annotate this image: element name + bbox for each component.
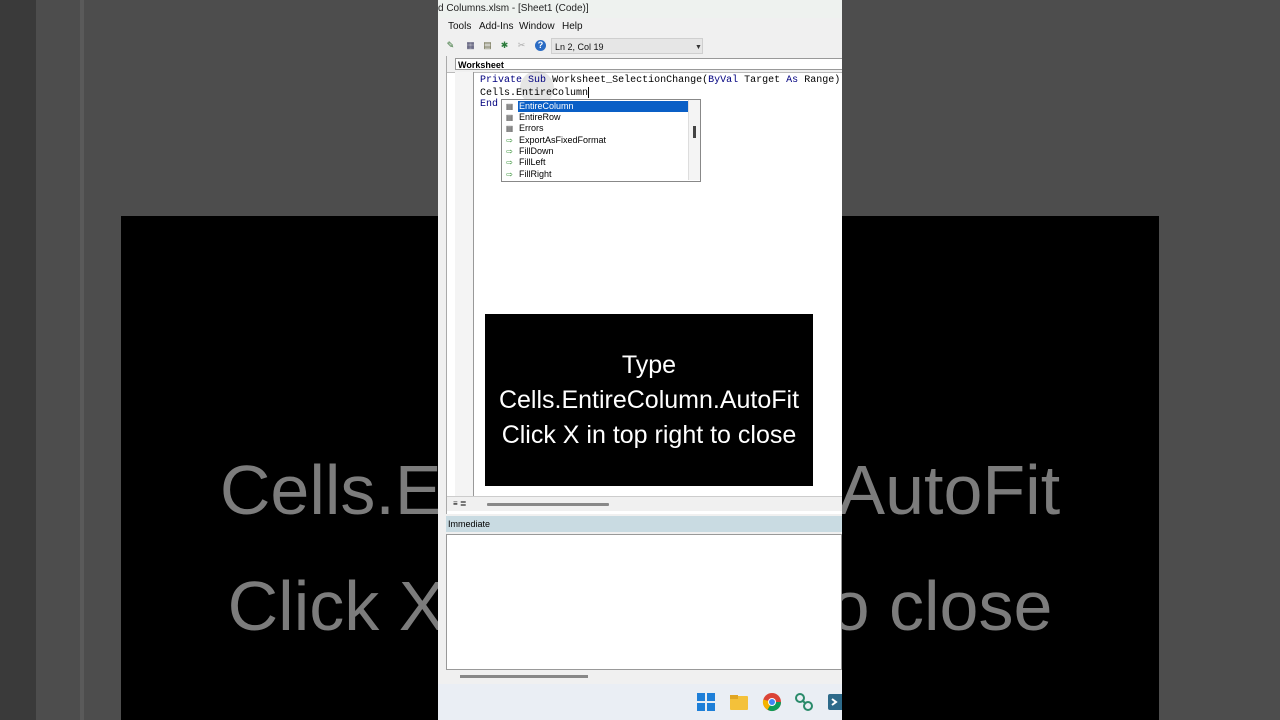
autocomplete-item-label: Errors bbox=[519, 123, 544, 133]
autocomplete-item[interactable]: ▦ EntireColumn bbox=[502, 101, 688, 112]
property-icon: ▦ bbox=[505, 102, 514, 111]
design-mode-icon[interactable]: ✎ bbox=[445, 40, 456, 51]
scrollbar-thumb[interactable] bbox=[693, 126, 696, 138]
method-icon: ⇨ bbox=[506, 170, 513, 179]
toolbar-overflow-icon[interactable]: ▼ bbox=[695, 44, 702, 51]
immediate-horizontal-scrollbar[interactable] bbox=[446, 670, 842, 684]
properties-window-icon[interactable]: ▤ bbox=[482, 40, 493, 51]
autocomplete-item-label: EntireColumn bbox=[518, 101, 688, 112]
title-bar: d Columns.xlsm - [Sheet1 (Code)] bbox=[438, 0, 842, 18]
menu-window[interactable]: Window bbox=[519, 18, 555, 36]
window-title: d Columns.xlsm - [Sheet1 (Code)] bbox=[438, 3, 589, 14]
method-icon: ⇨ bbox=[506, 147, 513, 156]
instruction-overlay: Type Cells.EntireColumn.AutoFit Click X … bbox=[485, 314, 813, 486]
overlay-line-3: Click X in top right to close bbox=[501, 420, 797, 449]
code-horizontal-scrollbar[interactable]: ≡ ≣ bbox=[447, 496, 842, 511]
object-bar: Worksheet bbox=[447, 56, 842, 73]
keyword: Private bbox=[480, 75, 523, 86]
keyword: Sub bbox=[528, 75, 547, 86]
windows-start-icon[interactable] bbox=[696, 692, 716, 712]
vba-editor-window: d Columns.xlsm - [Sheet1 (Code)] Tools A… bbox=[438, 0, 842, 720]
code-window: Worksheet Private Sub Worksheet_Selectio… bbox=[446, 56, 842, 514]
scrollbar-thumb[interactable] bbox=[460, 675, 588, 678]
project-explorer-icon[interactable]: ▦ bbox=[465, 40, 476, 51]
autocomplete-item[interactable]: ⇨ FillDown bbox=[502, 146, 688, 157]
method-icon: ⇨ bbox=[506, 158, 513, 167]
overlay-line-1: Type bbox=[621, 350, 677, 379]
chrome-icon[interactable] bbox=[762, 692, 782, 712]
code-text: Target bbox=[744, 75, 781, 86]
object-browser-icon[interactable]: ✱ bbox=[499, 40, 510, 51]
autocomplete-item[interactable]: ⇨ ExportAsFixedFormat bbox=[502, 135, 688, 146]
menu-help[interactable]: Help bbox=[562, 18, 583, 36]
menu-tools[interactable]: Tools bbox=[448, 18, 471, 36]
code-line-2[interactable]: Cells.EntireColumn bbox=[480, 87, 590, 100]
autocomplete-item[interactable]: ▦ Errors bbox=[502, 123, 688, 134]
vba-app-icon[interactable] bbox=[826, 692, 842, 712]
keyword: End bbox=[480, 99, 499, 110]
code-line-1[interactable]: Private Sub Worksheet_SelectionChange(By… bbox=[480, 75, 840, 86]
cursor-position: Ln 2, Col 19 bbox=[551, 38, 703, 54]
code-line-3[interactable]: End bbox=[480, 99, 498, 110]
autocomplete-scrollbar[interactable] bbox=[688, 100, 700, 180]
autocomplete-item[interactable]: ⇨ FillLeft bbox=[502, 157, 688, 168]
help-icon[interactable]: ? bbox=[535, 40, 546, 51]
menu-add-ins[interactable]: Add-Ins bbox=[479, 18, 513, 36]
keyword: As bbox=[786, 75, 799, 86]
code-margin bbox=[455, 72, 474, 496]
immediate-window[interactable] bbox=[446, 534, 842, 670]
scrollbar-thumb[interactable] bbox=[487, 503, 609, 506]
object-dropdown[interactable]: Worksheet bbox=[455, 58, 842, 70]
autocomplete-item-label: FillRight bbox=[519, 169, 552, 179]
property-icon: ▦ bbox=[505, 113, 514, 122]
overlay-line-2: Cells.EntireColumn.AutoFit bbox=[498, 385, 800, 414]
autocomplete-list[interactable]: ▦ EntireColumn ▦ EntireRow ▦ Errors ⇨ Ex… bbox=[501, 99, 701, 182]
immediate-window-header: Immediate bbox=[446, 516, 842, 532]
code-text: Cells.EntireColumn bbox=[480, 88, 589, 100]
file-explorer-icon[interactable] bbox=[729, 692, 749, 712]
autocomplete-item-label: FillDown bbox=[519, 146, 554, 156]
autocomplete-item-label: EntireRow bbox=[519, 112, 561, 122]
autocomplete-item[interactable]: ▦ EntireRow bbox=[502, 112, 688, 123]
method-icon: ⇨ bbox=[506, 136, 513, 145]
autocomplete-item-label: ExportAsFixedFormat bbox=[519, 135, 607, 145]
property-icon: ▦ bbox=[505, 124, 514, 133]
autocomplete-item[interactable]: ⇨ FillRight bbox=[502, 169, 688, 180]
code-text: Worksheet_SelectionChange( bbox=[552, 75, 709, 86]
toolbox-icon[interactable]: ✂ bbox=[516, 40, 527, 51]
taskbar bbox=[438, 684, 842, 720]
keyword: ByVal bbox=[708, 75, 739, 86]
menu-bar: Tools Add-Ins Window Help bbox=[438, 18, 842, 36]
immediate-window-title: Immediate bbox=[448, 519, 491, 529]
procedure-view-icon[interactable]: ≡ ≣ bbox=[453, 499, 467, 508]
text-caret bbox=[588, 87, 590, 98]
autocomplete-item-label: FillLeft bbox=[519, 157, 546, 167]
snipping-tool-icon[interactable] bbox=[794, 692, 814, 712]
code-text: Range) bbox=[804, 75, 841, 86]
